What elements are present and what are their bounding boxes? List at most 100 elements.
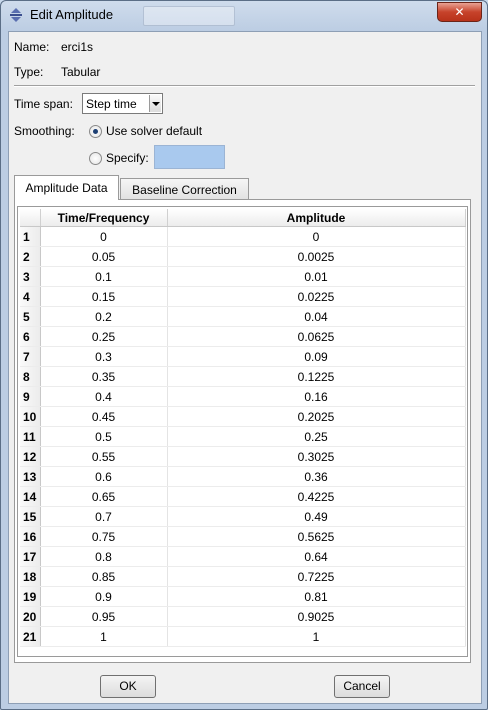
amplitude-cell[interactable]: 0.49 xyxy=(167,506,466,527)
time-frequency-cell[interactable]: 0.2 xyxy=(40,306,168,327)
cancel-button[interactable]: Cancel xyxy=(334,675,390,698)
amplitude-cell[interactable]: 0.09 xyxy=(167,346,466,367)
row-number: 8 xyxy=(20,366,41,387)
specify-input[interactable] xyxy=(154,145,225,169)
title-bar[interactable]: Edit Amplitude ✕ xyxy=(1,1,487,29)
table-row[interactable]: 16 0.75 0.5625 xyxy=(20,526,466,547)
column-header-time-frequency[interactable]: Time/Frequency xyxy=(40,209,168,227)
row-number: 20 xyxy=(20,606,41,627)
ok-button[interactable]: OK xyxy=(100,675,156,698)
time-frequency-cell[interactable]: 0.15 xyxy=(40,286,168,307)
amplitude-cell[interactable]: 0.36 xyxy=(167,466,466,487)
table-row[interactable]: 15 0.7 0.49 xyxy=(20,506,466,527)
row-number: 12 xyxy=(20,446,41,467)
time-frequency-cell[interactable]: 0.5 xyxy=(40,426,168,447)
amplitude-cell[interactable]: 0.3025 xyxy=(167,446,466,467)
time-frequency-cell[interactable]: 0.1 xyxy=(40,266,168,287)
time-frequency-cell[interactable]: 0.55 xyxy=(40,446,168,467)
close-button[interactable]: ✕ xyxy=(437,2,482,22)
tab-amplitude-data[interactable]: Amplitude Data xyxy=(14,175,119,200)
time-frequency-cell[interactable]: 0.3 xyxy=(40,346,168,367)
table-row[interactable]: 18 0.85 0.7225 xyxy=(20,566,466,587)
time-frequency-cell[interactable]: 0.35 xyxy=(40,366,168,387)
separator xyxy=(14,85,475,87)
time-span-label: Time span: xyxy=(14,97,73,111)
row-number: 4 xyxy=(20,286,41,307)
table-row[interactable]: 19 0.9 0.81 xyxy=(20,586,466,607)
time-frequency-cell[interactable]: 0.95 xyxy=(40,606,168,627)
amplitude-cell[interactable]: 0.0225 xyxy=(167,286,466,307)
table-row[interactable]: 2 0.05 0.0025 xyxy=(20,246,466,267)
column-header-amplitude[interactable]: Amplitude xyxy=(167,209,466,227)
amplitude-cell[interactable]: 0.25 xyxy=(167,426,466,447)
row-number: 6 xyxy=(20,326,41,347)
time-frequency-cell[interactable]: 1 xyxy=(40,626,168,647)
row-number: 16 xyxy=(20,526,41,547)
table-row[interactable]: 6 0.25 0.0625 xyxy=(20,326,466,347)
amplitude-cell[interactable]: 0.2025 xyxy=(167,406,466,427)
row-number: 19 xyxy=(20,586,41,607)
amplitude-cell[interactable]: 0.0025 xyxy=(167,246,466,267)
amplitude-cell[interactable]: 0.16 xyxy=(167,386,466,407)
time-frequency-cell[interactable]: 0 xyxy=(40,226,168,247)
amplitude-cell[interactable]: 1 xyxy=(167,626,466,647)
table-row[interactable]: 3 0.1 0.01 xyxy=(20,266,466,287)
chevron-down-icon[interactable] xyxy=(149,95,161,112)
time-frequency-cell[interactable]: 0.9 xyxy=(40,586,168,607)
time-frequency-cell[interactable]: 0.65 xyxy=(40,486,168,507)
row-number: 2 xyxy=(20,246,41,267)
row-number: 18 xyxy=(20,566,41,587)
tab-baseline-correction[interactable]: Baseline Correction xyxy=(120,178,249,201)
amplitude-cell[interactable]: 0 xyxy=(167,226,466,247)
specify-label[interactable]: Specify: xyxy=(106,151,149,165)
row-number: 3 xyxy=(20,266,41,287)
row-number: 10 xyxy=(20,406,41,427)
table-row[interactable]: 21 1 1 xyxy=(20,626,466,647)
time-frequency-cell[interactable]: 0.7 xyxy=(40,506,168,527)
table-row[interactable]: 20 0.95 0.9025 xyxy=(20,606,466,627)
amplitude-cell[interactable]: 0.9025 xyxy=(167,606,466,627)
row-number: 13 xyxy=(20,466,41,487)
table-header-row: Time/Frequency Amplitude xyxy=(20,209,466,227)
table-row[interactable]: 100 xyxy=(20,226,466,247)
table-row[interactable]: 14 0.65 0.4225 xyxy=(20,486,466,507)
radio-use-solver-default[interactable] xyxy=(89,125,102,138)
time-frequency-cell[interactable]: 0.05 xyxy=(40,246,168,267)
table-row[interactable]: 7 0.3 0.09 xyxy=(20,346,466,367)
amplitude-cell[interactable]: 0.81 xyxy=(167,586,466,607)
amplitude-cell[interactable]: 0.1225 xyxy=(167,366,466,387)
amplitude-cell[interactable]: 0.4225 xyxy=(167,486,466,507)
amplitude-cell[interactable]: 0.04 xyxy=(167,306,466,327)
amplitude-cell[interactable]: 0.64 xyxy=(167,546,466,567)
time-frequency-cell[interactable]: 0.75 xyxy=(40,526,168,547)
table-row[interactable]: 9 0.4 0.16 xyxy=(20,386,466,407)
radio-specify[interactable] xyxy=(89,152,102,165)
window-title: Edit Amplitude xyxy=(30,7,114,22)
dialog-body: Name: erci1s Type: Tabular Time span: St… xyxy=(8,31,482,704)
time-frequency-cell[interactable]: 0.6 xyxy=(40,466,168,487)
time-frequency-cell[interactable]: 0.8 xyxy=(40,546,168,567)
time-frequency-cell[interactable]: 0.45 xyxy=(40,406,168,427)
table-row[interactable]: 8 0.35 0.1225 xyxy=(20,366,466,387)
table-row[interactable]: 17 0.8 0.64 xyxy=(20,546,466,567)
table-row[interactable]: 4 0.15 0.0225 xyxy=(20,286,466,307)
table-row[interactable]: 12 0.55 0.3025 xyxy=(20,446,466,467)
amplitude-cell[interactable]: 0.01 xyxy=(167,266,466,287)
row-number: 11 xyxy=(20,426,41,447)
table-row[interactable]: 5 0.2 0.04 xyxy=(20,306,466,327)
row-number: 9 xyxy=(20,386,41,407)
table-row[interactable]: 11 0.5 0.25 xyxy=(20,426,466,447)
type-value: Tabular xyxy=(61,65,101,79)
time-frequency-cell[interactable]: 0.85 xyxy=(40,566,168,587)
amplitude-cell[interactable]: 0.7225 xyxy=(167,566,466,587)
time-frequency-cell[interactable]: 0.4 xyxy=(40,386,168,407)
amplitude-data-table: Time/Frequency Amplitude 1 0 0 2 0.05 0.0025 3… xyxy=(20,209,466,647)
time-span-select[interactable]: Step time xyxy=(82,93,163,114)
table-row[interactable]: 10 0.45 0.2025 xyxy=(20,406,466,427)
time-frequency-cell[interactable]: 0.25 xyxy=(40,326,168,347)
amplitude-cell[interactable]: 0.0625 xyxy=(167,326,466,347)
table-row[interactable]: 13 0.6 0.36 xyxy=(20,466,466,487)
use-solver-default-label[interactable]: Use solver default xyxy=(106,124,202,138)
amplitude-table[interactable]: Time/Frequency Amplitude 1 0 0 2 0.05 0.0025 3… xyxy=(17,206,468,657)
amplitude-cell[interactable]: 0.5625 xyxy=(167,526,466,547)
